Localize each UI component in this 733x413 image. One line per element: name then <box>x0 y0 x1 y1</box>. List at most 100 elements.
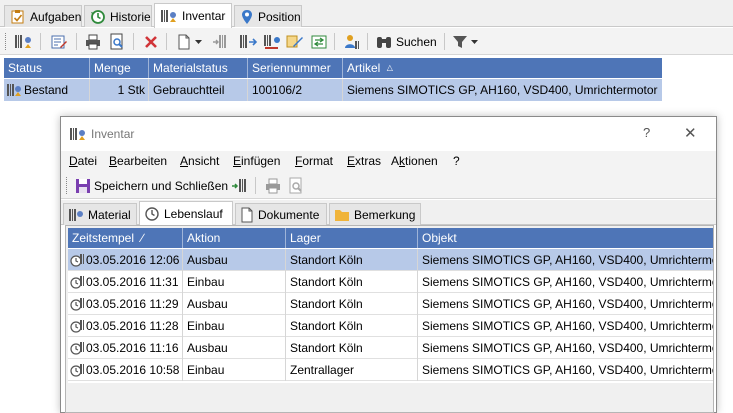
table-row[interactable]: 03.05.2016 11:28 Einbau Standort Köln Sieme… <box>68 315 713 337</box>
document-icon <box>176 33 192 51</box>
user-inventory-button[interactable] <box>342 31 362 52</box>
print-preview-icon <box>287 177 305 195</box>
tab-inventar[interactable]: Inventar <box>154 3 232 28</box>
cell-aktion: Einbau <box>183 315 286 337</box>
close-button[interactable]: ✕ <box>684 124 697 142</box>
tab-aufgaben[interactable]: Aufgaben <box>4 5 82 27</box>
inventory-action-4-button[interactable] <box>285 31 305 52</box>
save-and-close-label: Speichern und Schließen <box>94 178 229 193</box>
table-row[interactable]: 03.05.2016 12:06 Ausbau Standort Köln Sieme… <box>68 249 713 271</box>
column-header-lager[interactable]: Lager <box>286 228 418 248</box>
column-header-zeitstempel[interactable]: Zeitstempel ∕ <box>68 228 183 248</box>
help-button[interactable]: ? <box>643 125 650 140</box>
edit-button[interactable] <box>50 31 68 52</box>
toolbar-grip[interactable] <box>5 33 8 50</box>
cell-aktion: Ausbau <box>183 293 286 315</box>
tab-position[interactable]: Position <box>234 5 302 27</box>
menu-format[interactable]: Format <box>295 154 333 168</box>
history-entry-icon <box>70 252 86 268</box>
table-row[interactable]: 03.05.2016 11:16 Ausbau Standort Köln Sieme… <box>68 337 713 359</box>
delete-button[interactable] <box>143 31 159 52</box>
cell-lager: Standort Köln <box>286 271 418 293</box>
column-header-materialstatus[interactable]: Materialstatus <box>149 58 248 78</box>
cell-aktion-text: Ausbau <box>187 341 228 355</box>
cell-zeitstempel: 03.05.2016 11:29 <box>68 293 183 315</box>
material-icon <box>68 208 84 222</box>
cell-seriennummer: 100106/2 <box>248 79 343 101</box>
cell-aktion: Einbau <box>183 359 286 381</box>
delete-x-icon <box>143 33 159 51</box>
table-row[interactable]: 03.05.2016 11:29 Ausbau Standort Köln Sieme… <box>68 293 713 315</box>
column-header-artikel[interactable]: Artikel △ <box>343 58 662 78</box>
cell-zeitstempel-text: 03.05.2016 12:06 <box>86 253 180 267</box>
print-preview-button[interactable] <box>108 31 126 52</box>
cell-lager-text: Standort Köln <box>290 253 363 267</box>
menu-extras[interactable]: Extras <box>347 154 381 168</box>
history-entry-icon <box>70 274 86 290</box>
inventory-action-1-button[interactable] <box>212 31 232 52</box>
new-document-dropdown[interactable] <box>176 31 202 52</box>
cell-objekt: Siemens SIMOTICS GP, AH160, VSD400, Umri… <box>418 271 713 293</box>
task-checklist-icon <box>10 9 26 25</box>
column-header-seriennummer[interactable]: Seriennummer <box>248 58 343 78</box>
table-row[interactable]: 03.05.2016 10:58 Einbau Zentrallager Siemen… <box>68 359 713 381</box>
print-button[interactable] <box>84 31 102 52</box>
inventory-transfer-icon <box>262 33 282 51</box>
grid-header-row: Status Menge Materialstatus Seriennummer… <box>4 58 662 78</box>
cell-zeitstempel-text: 03.05.2016 11:16 <box>86 341 179 355</box>
exit-inventory-icon <box>231 177 247 195</box>
history-entry-icon <box>70 318 86 334</box>
cell-lager-text: Standort Köln <box>290 297 363 311</box>
tab-dokumente[interactable]: Dokumente <box>235 203 327 225</box>
column-header-menge[interactable]: Menge <box>90 58 149 78</box>
history-grid: Zeitstempel ∕ Aktion Lager Objekt 03.05.… <box>68 228 713 383</box>
tab-label: Bemerkung <box>354 207 416 222</box>
dialog-print-preview-button[interactable] <box>287 175 305 196</box>
cell-lager-text: Standort Köln <box>290 275 363 289</box>
cell-zeitstempel-text: 03.05.2016 11:28 <box>86 319 179 333</box>
cell-zeitstempel: 03.05.2016 11:31 <box>68 271 183 293</box>
menu-datei[interactable]: Datei <box>69 154 97 168</box>
menu-aktionen[interactable]: Aktionen <box>391 154 438 168</box>
table-row[interactable]: 03.05.2016 11:31 Einbau Standort Köln Sieme… <box>68 271 713 293</box>
exit-button[interactable] <box>231 175 247 196</box>
search-button[interactable]: Suchen <box>375 31 437 52</box>
tab-historie[interactable]: Historie <box>84 5 152 27</box>
save-and-close-button[interactable]: Speichern und Schließen <box>75 175 228 196</box>
dialog-print-button[interactable] <box>264 175 282 196</box>
dialog-tab-strip: Material Lebenslauf Dokumente Bemerkung <box>61 200 716 226</box>
cell-objekt-text: Siemens SIMOTICS GP, AH160, VSD400, Umri… <box>422 363 713 377</box>
cell-zeitstempel-text: 03.05.2016 10:58 <box>86 363 180 377</box>
inventory-action-5-button[interactable] <box>309 31 329 52</box>
cell-zeitstempel: 03.05.2016 10:58 <box>68 359 183 381</box>
menu-einfuegen[interactable]: Einfügen <box>233 154 280 168</box>
cell-lager: Standort Köln <box>286 249 418 271</box>
edit-form-icon <box>50 33 68 51</box>
save-close-icon <box>75 178 91 194</box>
inventory-action-3-button[interactable] <box>262 31 282 52</box>
column-header-objekt[interactable]: Objekt <box>418 228 713 248</box>
table-row[interactable]: Bestand 1 Stk Gebrauchtteil 100106/2 Sie… <box>4 79 662 101</box>
menu-ansicht[interactable]: Ansicht <box>180 154 219 168</box>
filter-dropdown[interactable] <box>452 31 478 52</box>
cell-materialstatus: Gebrauchtteil <box>149 79 248 101</box>
tab-label: Inventar <box>182 9 226 23</box>
print-preview-icon <box>108 33 126 51</box>
tab-lebenslauf[interactable]: Lebenslauf <box>139 201 233 226</box>
inventory-action-2-button[interactable] <box>238 31 258 52</box>
column-header-status[interactable]: Status <box>4 58 90 78</box>
location-pin-icon <box>240 9 254 25</box>
toolbar-grip[interactable] <box>66 177 69 194</box>
cell-aktion-text: Einbau <box>187 319 225 333</box>
tab-label: Material <box>88 207 131 222</box>
dialog-toolbar: Speichern und Schließen <box>61 171 716 199</box>
cell-lager-text: Standort Köln <box>290 341 363 355</box>
cell-lager-text: Zentrallager <box>290 363 355 377</box>
filter-funnel-icon <box>452 33 468 51</box>
tab-bemerkung[interactable]: Bemerkung <box>329 203 421 225</box>
menu-help[interactable]: ? <box>453 154 460 168</box>
column-header-aktion[interactable]: Aktion <box>183 228 286 248</box>
inventory-tool-button[interactable] <box>14 31 34 52</box>
menu-bearbeiten[interactable]: Bearbeiten <box>109 154 167 168</box>
tab-material[interactable]: Material <box>63 203 137 225</box>
